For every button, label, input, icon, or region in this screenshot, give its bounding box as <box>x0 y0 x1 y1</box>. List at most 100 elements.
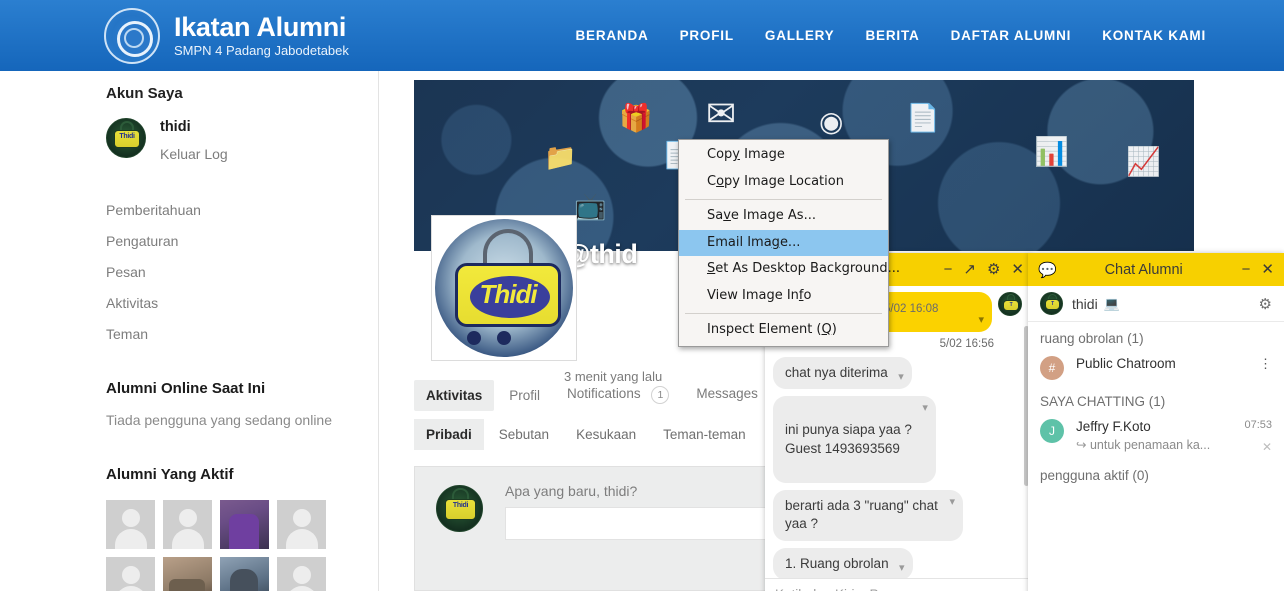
notifications-count: 1 <box>651 386 670 404</box>
popout-icon[interactable]: ↗ <box>963 262 976 277</box>
sidebar-user-info: thidi Keluar Log <box>160 118 228 162</box>
page-body: Akun Saya Thidi thidi Keluar Log Pemberi… <box>0 71 1284 591</box>
profile-picture[interactable]: Thidi <box>431 215 577 361</box>
pie-chart-icon: ◉ <box>819 106 844 137</box>
sidebar-menu: Pemberitahuan Pengaturan Pesan Aktivitas… <box>106 202 378 342</box>
minimize-icon[interactable]: − <box>1242 262 1251 277</box>
active-avatar-grid <box>106 500 326 591</box>
close-icon[interactable]: ✕ <box>1261 262 1274 277</box>
chat-alumni-current-user[interactable]: T thidi 💻 ⚙ <box>1028 286 1284 322</box>
sidebar-item-pesan[interactable]: Pesan <box>106 264 378 280</box>
tv-screen: T <box>1045 299 1060 310</box>
context-menu-item-set-as-desktop-background[interactable]: Set As Desktop Background... <box>679 256 900 283</box>
tv-screen: Thidi <box>114 130 140 148</box>
close-icon[interactable]: ✕ <box>1244 440 1272 454</box>
chevron-down-icon[interactable]: ▾ <box>978 313 984 328</box>
sidebar-item-teman[interactable]: Teman <box>106 326 378 342</box>
chat-bubble-other[interactable]: ini punya siapa yaa ? Guest 1493693569 ▾ <box>773 396 936 484</box>
chat-bubble-other[interactable]: 1. Ruang obrolan ▾ <box>773 547 913 578</box>
avatar-label: T <box>1009 302 1013 308</box>
context-menu-item-copy-image[interactable]: Copy Image <box>679 142 888 169</box>
nav-item-profil[interactable]: PROFIL <box>680 28 734 43</box>
context-menu-item-email-image[interactable]: Email Image... <box>679 229 888 257</box>
context-menu-item-copy-image-location[interactable]: Copy Image Location <box>679 169 888 196</box>
chat-message-row: chat nya diterima ▾ <box>765 357 1030 390</box>
nav-item-gallery[interactable]: GALLERY <box>765 28 835 43</box>
avatar[interactable] <box>277 557 326 591</box>
gear-icon[interactable]: ⚙ <box>987 262 1000 277</box>
tab-label: Notifications <box>567 386 641 401</box>
tab-aktivitas[interactable]: Aktivitas <box>414 379 495 411</box>
chat-contact-item[interactable]: J Jeffry F.Koto ↪ untuk penamaan ka... 0… <box>1028 414 1284 459</box>
sidebar-item-pengaturan[interactable]: Pengaturan <box>106 233 378 249</box>
subtab-sebutan[interactable]: Sebutan <box>487 419 561 450</box>
alumni-active-block: Alumni Yang Aktif <box>106 466 378 591</box>
context-menu-item-inspect-element[interactable]: Inspect Element (Q) <box>679 317 888 344</box>
chat-contact-time: 07:53 <box>1244 419 1272 431</box>
chat-window-alumni: 💬 Chat Alumni − ✕ T thidi 💻 ⚙ ruang obro… <box>1028 253 1284 591</box>
brand[interactable]: Ikatan Alumni SMPN 4 Padang Jabodetabek <box>104 7 349 64</box>
page-root: Ikatan Alumni SMPN 4 Padang Jabodetabek … <box>0 0 1284 591</box>
avatar-label: Thidi <box>452 502 469 509</box>
sidebar-username: thidi <box>160 119 191 135</box>
tv-antenna-icon <box>452 488 469 499</box>
chat-bubble-other[interactable]: berarti ada 3 "ruang" chat yaa ? ▾ <box>773 490 963 541</box>
subtab-pribadi[interactable]: Pribadi <box>414 419 484 450</box>
chat-bubble-other[interactable]: chat nya diterima ▾ <box>773 357 912 390</box>
chevron-down-icon[interactable]: ▾ <box>898 370 904 385</box>
profile-tabs: Aktivitas Profil Notifications 1 Message… <box>414 378 799 412</box>
nav-item-berita[interactable]: BERITA <box>866 28 920 43</box>
context-menu-separator <box>685 198 882 200</box>
presentation-icon: 📊 <box>1034 136 1069 167</box>
avatar[interactable] <box>163 500 212 549</box>
avatar[interactable] <box>277 500 326 549</box>
logout-link[interactable]: Keluar Log <box>160 146 228 162</box>
chat-alumni-title: Chat Alumni <box>1104 261 1183 278</box>
tab-notifications[interactable]: Notifications 1 <box>555 378 681 412</box>
profile-picture-label: Thidi <box>479 279 537 309</box>
gear-icon[interactable]: ⚙ <box>1259 295 1272 313</box>
alumni-active-title: Alumni Yang Aktif <box>106 466 234 483</box>
context-menu-item-save-image-as[interactable]: Save Image As... <box>679 203 888 230</box>
chat-section-label: pengguna aktif (0) <box>1040 468 1149 483</box>
avatar[interactable] <box>220 500 269 549</box>
avatar[interactable] <box>106 557 155 591</box>
nav-item-daftar-alumni[interactable]: DAFTAR ALUMNI <box>951 28 1072 43</box>
context-menu-item-view-image-info[interactable]: View Image Info <box>679 283 888 310</box>
kebab-menu-icon[interactable]: ⋮ <box>1259 357 1272 370</box>
chevron-down-icon[interactable]: ▾ <box>899 561 905 576</box>
context-menu-separator <box>685 313 882 315</box>
chat-contact-name: Jeffry F.Koto <box>1076 419 1151 434</box>
avatar: T <box>998 292 1022 316</box>
tab-profil[interactable]: Profil <box>497 380 552 411</box>
sidebar-item-aktivitas[interactable]: Aktivitas <box>106 295 378 311</box>
avatar[interactable] <box>220 557 269 591</box>
nav-item-kontak-kami[interactable]: KONTAK KAMI <box>1102 28 1206 43</box>
nav-item-beranda[interactable]: BERANDA <box>575 28 648 43</box>
avatar[interactable] <box>106 500 155 549</box>
room-avatar: # <box>1040 356 1064 380</box>
subtab-kesukaan[interactable]: Kesukaan <box>564 419 648 450</box>
chat-bubbles-icon: 💬 <box>1038 261 1057 279</box>
alumni-online-note: Tiada pengguna yang sedang online <box>106 412 333 428</box>
chat-room-name: Public Chatroom <box>1076 356 1176 371</box>
sidebar-item-pemberitahuan[interactable]: Pemberitahuan <box>106 202 378 218</box>
reply-arrow-icon: ↪ <box>1076 438 1087 452</box>
tv-foot-right <box>497 331 511 345</box>
chat-input[interactable]: Ketik dan Kirim Pesan.. <box>775 587 915 591</box>
chat-room-item[interactable]: # Public Chatroom ⋮ <box>1028 351 1284 385</box>
subtab-teman-teman[interactable]: Teman-teman <box>651 419 758 450</box>
tv-screen: Thidi <box>445 499 476 520</box>
bar-chart-icon: 📈 <box>1126 146 1161 177</box>
close-icon[interactable]: ✕ <box>1011 262 1024 277</box>
envelope-icon: ✉ <box>706 93 737 134</box>
contact-avatar-letter: J <box>1049 424 1055 438</box>
brand-text: Ikatan Alumni SMPN 4 Padang Jabodetabek <box>174 14 349 58</box>
context-menu: Copy Image Copy Image Location Save Imag… <box>678 139 900 347</box>
minimize-icon[interactable]: − <box>944 262 953 277</box>
chat-bubble-self[interactable]: 5/02 16:08 ▾ <box>872 292 992 332</box>
chevron-down-icon[interactable]: ▾ <box>949 495 955 510</box>
avatar[interactable] <box>163 557 212 591</box>
chevron-down-icon[interactable]: ▾ <box>922 401 928 416</box>
desktop-icon: 💻 <box>1103 295 1120 311</box>
